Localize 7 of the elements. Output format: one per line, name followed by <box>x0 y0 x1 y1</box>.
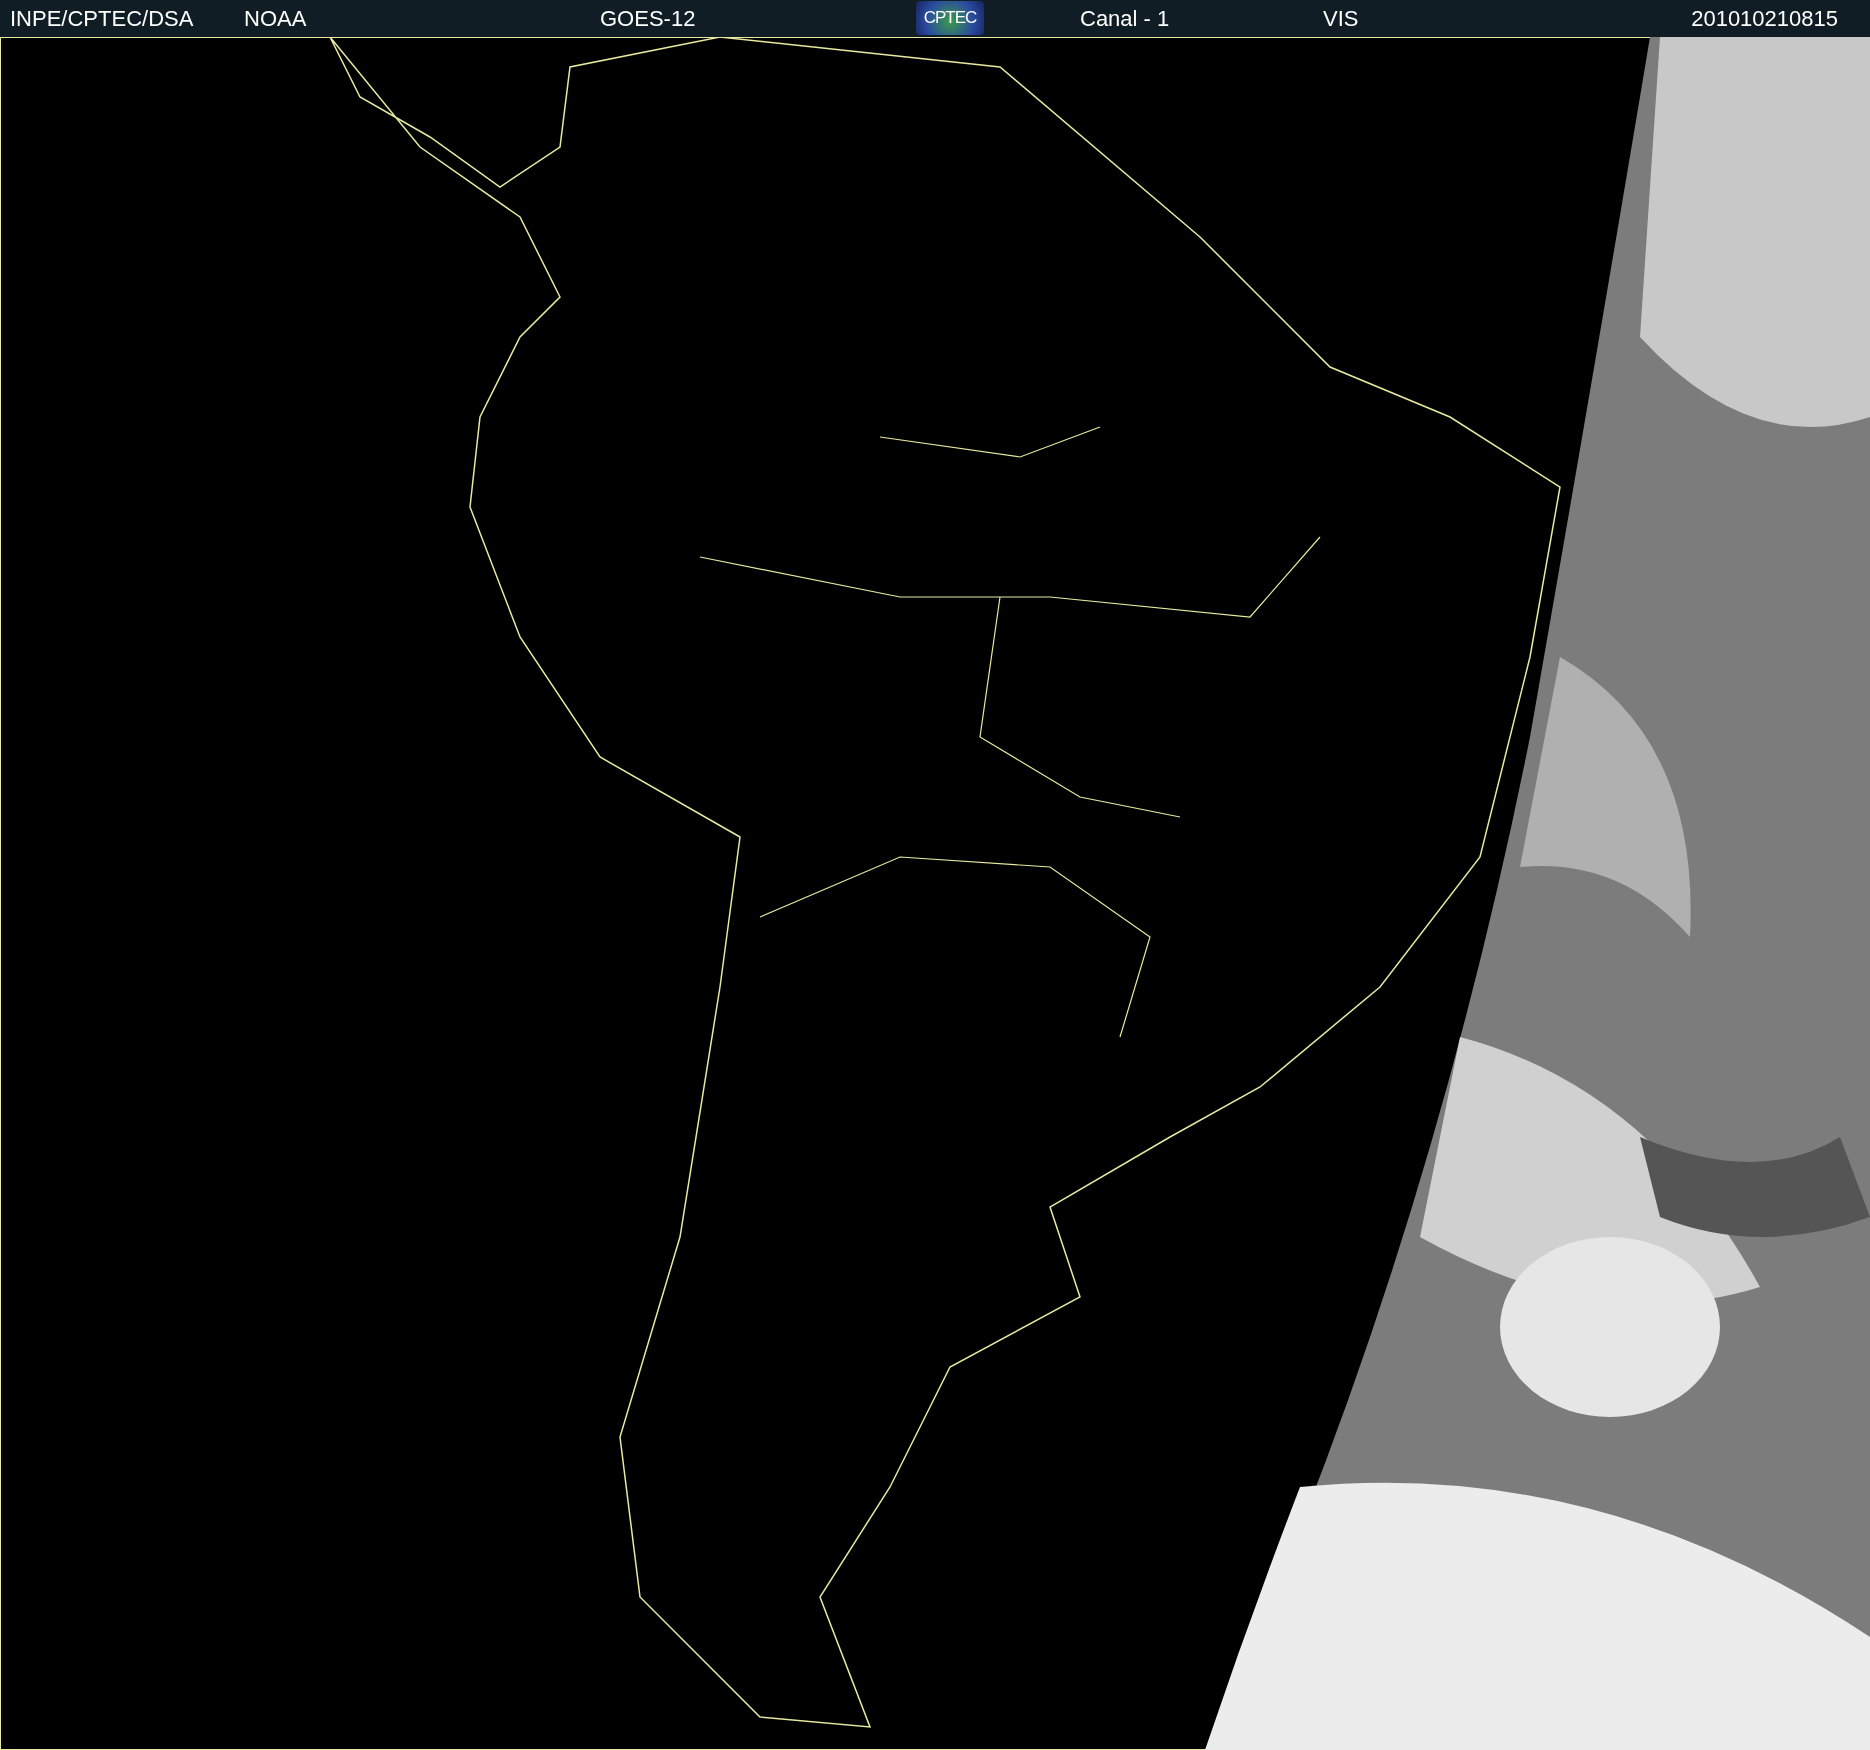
institution-label: INPE/CPTEC/DSA <box>10 6 194 32</box>
agency-label: NOAA <box>244 6 307 32</box>
logo: CPTEC <box>916 1 984 35</box>
timestamp-label: 201010210815 <box>1691 6 1838 32</box>
channel-label: Canal - 1 <box>1080 6 1170 32</box>
band-label: VIS <box>1323 6 1359 32</box>
satellite-label: GOES-12 <box>600 6 696 32</box>
